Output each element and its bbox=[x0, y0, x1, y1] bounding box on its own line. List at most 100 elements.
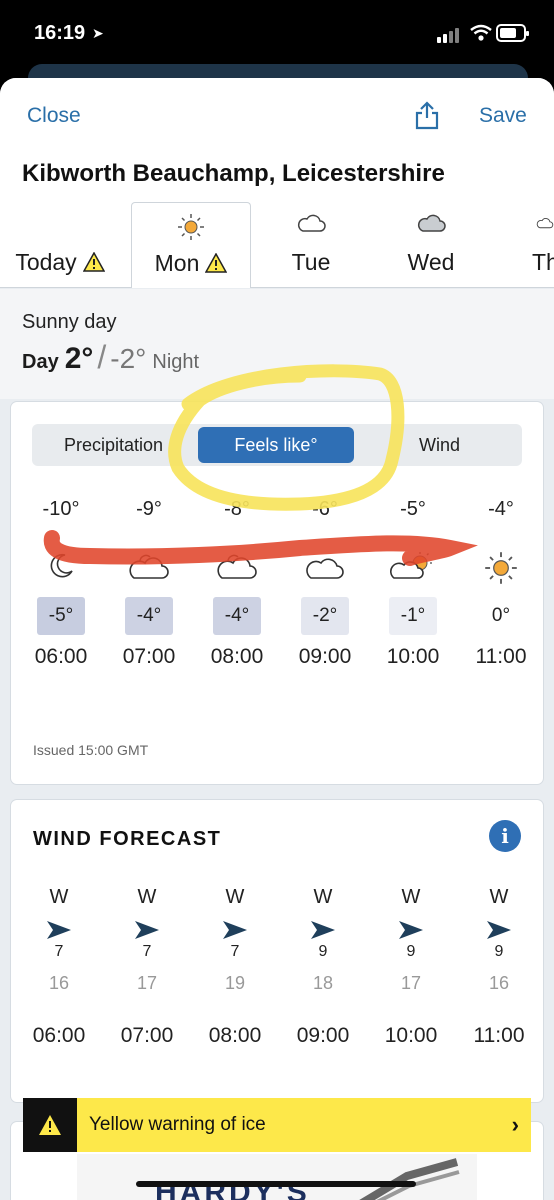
chevron-right-icon: › bbox=[511, 1112, 519, 1137]
partly-cloudy-icon bbox=[217, 554, 257, 579]
wind-speed: 9 bbox=[318, 943, 328, 960]
partly-cloudy-icon bbox=[129, 554, 169, 579]
wind-speed: 7 bbox=[142, 943, 152, 960]
day-summary: Sunny day Day 2° / -2° Night bbox=[0, 289, 554, 399]
wind-direction: W bbox=[401, 886, 421, 908]
hour-label: 06:00 bbox=[32, 1024, 86, 1047]
hour-column: -5° -1° 10:00 bbox=[369, 498, 457, 669]
hour-column: -4° 0° 11:00 bbox=[457, 498, 545, 669]
hour-label: 10:00 bbox=[386, 645, 440, 668]
hour-label: 09:00 bbox=[296, 1024, 350, 1047]
wind-direction: W bbox=[49, 886, 69, 908]
hour-column: -8° -4° 08:00 bbox=[193, 498, 281, 669]
temperature-value: -5° bbox=[37, 597, 85, 635]
signal-icon bbox=[437, 28, 459, 43]
wind-arrow-icon bbox=[311, 921, 335, 939]
wind-column: W 7 16 06:00 bbox=[15, 886, 103, 1048]
warning-banner[interactable]: Yellow warning of ice › bbox=[23, 1098, 531, 1152]
advert-image: HARDY'S bbox=[77, 1154, 477, 1200]
sun-icon bbox=[178, 214, 204, 240]
status-bar: 16:19 ➤ bbox=[0, 0, 554, 70]
wind-arrow-icon bbox=[399, 921, 423, 939]
save-button[interactable]: Save bbox=[479, 104, 527, 128]
temperature-value: -1° bbox=[389, 597, 437, 635]
info-icon[interactable]: i bbox=[489, 820, 521, 852]
toggle-wind[interactable]: Wind bbox=[357, 424, 522, 466]
wind-forecast-card: WIND FORECAST i W 7 16 06:00 W 7 17 07:0… bbox=[11, 800, 543, 1102]
tab-mon[interactable]: Mon bbox=[131, 202, 251, 288]
day-temperature: 2° bbox=[64, 342, 94, 375]
status-time: 16:19 bbox=[34, 22, 86, 44]
hour-label: 11:00 bbox=[475, 645, 527, 668]
tab-tue[interactable]: Tue bbox=[251, 202, 371, 288]
cloud-icon bbox=[297, 214, 326, 232]
grey-cloud-icon bbox=[417, 214, 446, 232]
wind-direction: W bbox=[137, 886, 157, 908]
hour-label: 07:00 bbox=[120, 1024, 174, 1047]
temperature-value: 0° bbox=[477, 597, 525, 635]
hour-column: -6° -2° 09:00 bbox=[281, 498, 369, 669]
tab-label: Tue bbox=[291, 249, 331, 275]
sun-icon bbox=[485, 552, 517, 584]
advert-brand-text: HARDY'S bbox=[155, 1176, 310, 1200]
hour-column: -9° -4° 07:00 bbox=[105, 498, 193, 669]
weather-description: Sunny day bbox=[22, 311, 117, 333]
wind-gust: 16 bbox=[48, 973, 70, 993]
wind-direction: W bbox=[225, 886, 245, 908]
night-temperature: -2° bbox=[110, 343, 147, 374]
warning-text: Yellow warning of ice bbox=[89, 1114, 266, 1135]
tab-today[interactable]: Today bbox=[0, 202, 120, 288]
divider: / bbox=[97, 339, 107, 375]
day-tabs: Today Mon Tue Wed Th bbox=[0, 202, 554, 288]
wind-column: W 9 18 09:00 bbox=[279, 886, 367, 1048]
wind-speed: 7 bbox=[230, 943, 240, 960]
feels-like-value: -5° bbox=[400, 498, 426, 520]
moon-icon bbox=[50, 553, 73, 578]
temperature-value: -4° bbox=[125, 597, 173, 635]
warning-icon bbox=[82, 252, 105, 272]
tab-label: Mon bbox=[154, 250, 200, 276]
hour-label: 09:00 bbox=[298, 645, 352, 668]
wind-forecast-title: WIND FORECAST bbox=[33, 828, 222, 850]
wind-gust: 18 bbox=[312, 973, 334, 993]
cloud-icon bbox=[306, 558, 344, 579]
feels-like-value: -6° bbox=[312, 498, 338, 520]
hour-label: 11:00 bbox=[473, 1024, 525, 1047]
forecast-toggle: Precipitation Feels like° Wind bbox=[32, 424, 522, 466]
hour-label: 07:00 bbox=[122, 645, 176, 668]
wind-speed: 9 bbox=[406, 943, 416, 960]
feels-like-value: -8° bbox=[224, 498, 250, 520]
wind-gust: 16 bbox=[488, 973, 510, 993]
toggle-feels-like[interactable]: Feels like° bbox=[198, 427, 354, 463]
wind-gust: 17 bbox=[136, 973, 158, 993]
share-icon[interactable] bbox=[414, 100, 440, 130]
wind-column: W 9 17 10:00 bbox=[367, 886, 455, 1048]
wind-arrow-icon bbox=[223, 921, 247, 939]
night-label: Night bbox=[152, 351, 200, 373]
wind-gust: 19 bbox=[224, 973, 246, 993]
hour-label: 08:00 bbox=[210, 645, 264, 668]
tab-label: Th bbox=[532, 249, 554, 275]
forecast-sheet: Close Save Kibworth Beauchamp, Leicester… bbox=[0, 78, 554, 1200]
tab-thu[interactable]: Th bbox=[491, 202, 554, 288]
wind-arrow-icon bbox=[487, 921, 511, 939]
feels-like-value: -4° bbox=[488, 498, 514, 520]
close-button[interactable]: Close bbox=[27, 104, 81, 128]
wind-direction: W bbox=[489, 886, 509, 908]
temperature-value: -2° bbox=[301, 597, 349, 635]
wind-column: W 7 19 08:00 bbox=[191, 886, 279, 1048]
hour-label: 06:00 bbox=[34, 645, 88, 668]
wind-gust: 17 bbox=[400, 973, 422, 993]
tab-wed[interactable]: Wed bbox=[371, 202, 491, 288]
warning-icon bbox=[23, 1098, 77, 1152]
day-label: Day bbox=[22, 351, 59, 373]
wind-speed: 7 bbox=[54, 943, 64, 960]
day-night-temps: Day 2° / -2° Night bbox=[22, 339, 199, 376]
location-title: Kibworth Beauchamp, Leicestershire bbox=[22, 160, 445, 187]
wind-arrow-icon bbox=[135, 921, 159, 939]
hour-label: 08:00 bbox=[208, 1024, 262, 1047]
wifi-icon bbox=[470, 24, 492, 41]
toggle-precipitation[interactable]: Precipitation bbox=[32, 424, 195, 466]
hour-label: 10:00 bbox=[384, 1024, 438, 1047]
wind-column: W 9 16 11:00 bbox=[455, 886, 543, 1048]
